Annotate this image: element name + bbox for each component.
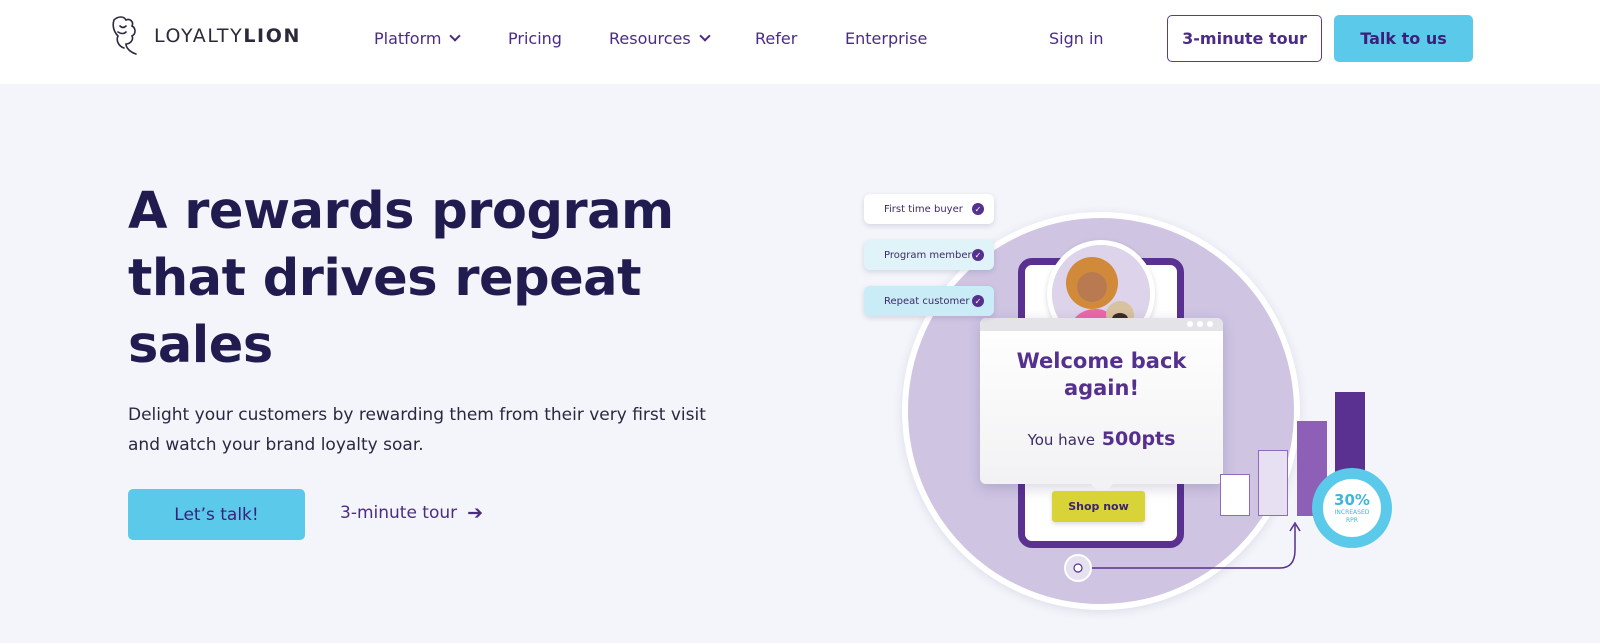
nav-item-label: Refer — [755, 28, 798, 48]
growth-bar — [1220, 474, 1250, 516]
talk-to-us-button[interactable]: Talk to us — [1334, 15, 1473, 62]
chevron-down-icon — [449, 29, 462, 42]
window-dots-icon — [1183, 321, 1213, 327]
lets-talk-button[interactable]: Let’s talk! — [128, 489, 305, 540]
hero-illustration: Welcome back again! You have 500pts Shop… — [860, 190, 1420, 620]
arrow-right-icon: ➔ — [467, 502, 484, 524]
sign-in-link[interactable]: Sign in — [1049, 26, 1104, 50]
welcome-title: Welcome back again! — [980, 348, 1223, 402]
nav-item-label: Resources — [609, 28, 691, 48]
tour-button[interactable]: 3-minute tour — [1167, 15, 1322, 62]
growth-bar — [1258, 450, 1288, 516]
headline-line: that drives repeat — [128, 249, 641, 308]
rpr-label: RPR — [1346, 517, 1358, 524]
nav-item-label: Platform — [374, 28, 442, 48]
lion-logo-icon — [112, 16, 137, 55]
nav-item-enterprise[interactable]: Enterprise — [845, 26, 927, 50]
tag-program-member: Program member ✓ — [864, 240, 994, 270]
nav-item-label: Pricing — [508, 28, 562, 48]
nav-item-resources[interactable]: Resources — [609, 26, 711, 50]
headline-line: A rewards program — [128, 182, 674, 241]
rpr-percent: 30% — [1334, 491, 1370, 509]
chevron-down-icon — [699, 29, 711, 42]
rpr-badge-inner: 30% INCREASED RPR — [1321, 477, 1383, 539]
card-titlebar — [980, 318, 1223, 331]
check-icon: ✓ — [972, 203, 984, 215]
top-navigation-bar: LOYALTYLION Platform Pricing Resources R… — [0, 0, 1600, 84]
tag-label: Repeat customer — [884, 295, 970, 307]
welcome-card: Welcome back again! You have 500pts — [980, 318, 1223, 496]
tour-link[interactable]: 3-minute tour ➔ — [340, 502, 483, 524]
hero-subtext: Delight your customers by rewarding them… — [128, 405, 706, 455]
nav-item-label: Enterprise — [845, 28, 928, 48]
points-value: 500pts — [1101, 428, 1176, 450]
loyaltylion-logo[interactable]: LOYALTYLION — [108, 14, 301, 58]
welcome-title-line: Welcome back — [1016, 349, 1187, 373]
nav-item-pricing[interactable]: Pricing — [508, 26, 562, 50]
tag-label: Program member — [884, 249, 972, 261]
headline-line: sales — [128, 316, 273, 375]
rpr-badge: 30% INCREASED RPR — [1312, 468, 1392, 548]
nav-item-refer[interactable]: Refer — [755, 26, 797, 50]
tag-first-time-buyer: First time buyer ✓ — [864, 194, 994, 224]
check-icon: ✓ — [972, 249, 984, 261]
tag-label: First time buyer — [884, 203, 963, 215]
nav-item-platform[interactable]: Platform — [374, 26, 462, 50]
points-prefix: You have — [1027, 431, 1095, 449]
check-icon: ✓ — [972, 295, 984, 307]
rpr-label: INCREASED — [1334, 509, 1370, 516]
points-balance: You have 500pts — [980, 428, 1223, 450]
hero-headline: A rewards program that drives repeat sal… — [128, 178, 728, 379]
welcome-title-line: again! — [1063, 376, 1140, 400]
logo-wordmark: LOYALTYLION — [154, 25, 301, 47]
tag-repeat-customer: Repeat customer ✓ — [864, 286, 994, 316]
shop-now-button: Shop now — [1052, 491, 1145, 522]
tour-link-label: 3-minute tour — [340, 503, 458, 523]
